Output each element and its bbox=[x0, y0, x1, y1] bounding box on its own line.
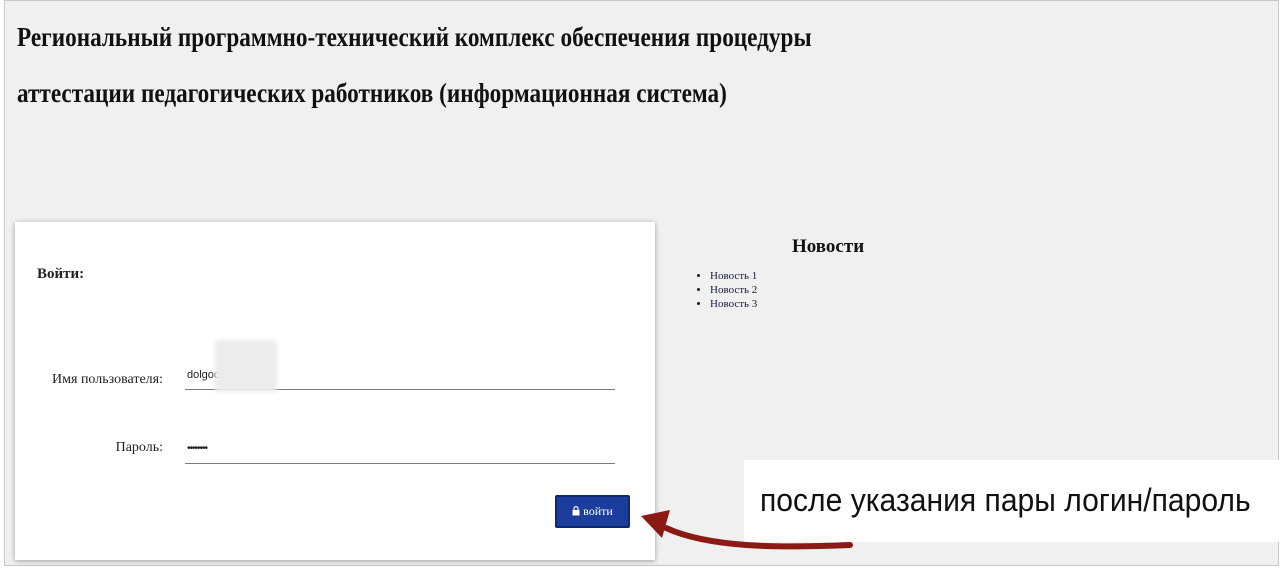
login-heading: Войти: bbox=[37, 266, 85, 282]
page-title: Региональный программно-технический комп… bbox=[17, 9, 812, 121]
news-item: Новость 1 bbox=[710, 269, 757, 283]
login-button[interactable]: войти bbox=[555, 495, 630, 528]
login-card: Войти: Имя пользователя: Пароль: войти bbox=[15, 222, 655, 560]
news-link-2[interactable]: Новость 2 bbox=[710, 284, 757, 296]
password-input[interactable] bbox=[185, 434, 615, 464]
page-title-line-2: аттестации педагогических работников (ин… bbox=[17, 78, 727, 108]
news-link-1[interactable]: Новость 1 bbox=[710, 270, 757, 282]
news-list: Новость 1 Новость 2 Новость 3 bbox=[680, 269, 757, 311]
lock-icon bbox=[572, 506, 580, 516]
page-title-line-1: Региональный программно-технический комп… bbox=[17, 22, 812, 52]
annotation-callout: после указания пары логин/пароль bbox=[744, 460, 1279, 542]
login-button-label: войти bbox=[583, 504, 613, 518]
username-input[interactable] bbox=[185, 360, 615, 390]
news-link-3[interactable]: Новость 3 bbox=[710, 298, 757, 310]
password-label: Пароль: bbox=[115, 440, 163, 455]
news-item: Новость 2 bbox=[710, 283, 757, 297]
news-item: Новость 3 bbox=[710, 297, 757, 311]
news-title: Новости bbox=[792, 236, 865, 257]
annotation-text: после указания пары логин/пароль bbox=[760, 482, 1251, 518]
username-label: Имя пользователя: bbox=[52, 372, 163, 387]
